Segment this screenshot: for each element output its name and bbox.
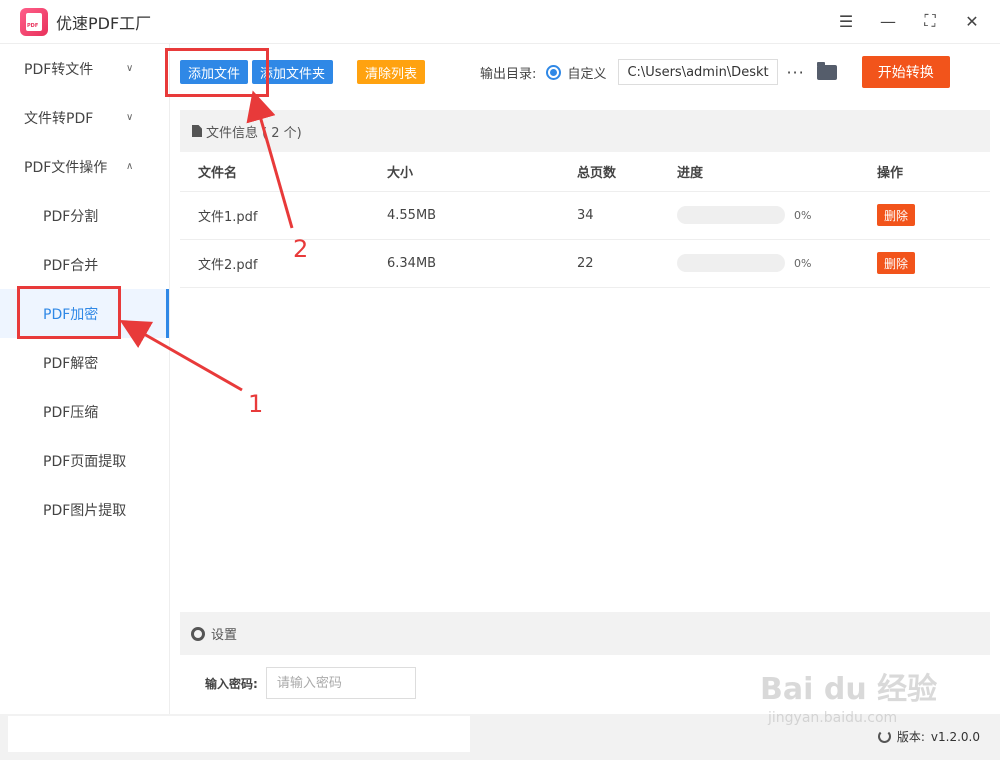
sidebar-group-label: PDF转文件 <box>24 61 94 78</box>
column-header-name: 文件名 <box>180 152 387 192</box>
output-path-input[interactable] <box>618 59 779 85</box>
custom-radio[interactable] <box>546 64 562 80</box>
sidebar-item-pdf-merge[interactable]: PDF合并 <box>0 240 169 289</box>
annotation-number-2: 2 <box>293 235 309 263</box>
custom-radio-label: 自定义 <box>567 66 607 82</box>
sidebar-group-file-to-pdf[interactable]: 文件转PDF ∨ <box>0 93 169 142</box>
output-dir-label: 输出目录: <box>480 66 537 82</box>
delete-button[interactable]: 删除 <box>877 252 916 274</box>
watermark-main-text: Bai du 经验 <box>760 672 938 707</box>
sidebar-group-label: 文件转PDF <box>24 110 94 127</box>
sidebar-group-pdf-operations[interactable]: PDF文件操作 ∧ <box>0 142 169 191</box>
progress-text: 0% <box>794 256 812 270</box>
column-header-progress: 进度 <box>677 152 877 192</box>
settings-title: 设置 <box>211 628 238 643</box>
close-icon[interactable]: ✕ <box>962 10 982 32</box>
start-convert-button[interactable]: 开始转换 <box>861 56 950 88</box>
sidebar-item-pdf-split[interactable]: PDF分割 <box>0 191 169 240</box>
column-header-pages: 总页数 <box>577 152 677 192</box>
annotation-box-encrypt <box>17 286 121 339</box>
file-size: 4.55MB <box>387 191 577 240</box>
annotation-number-1: 1 <box>248 390 264 418</box>
file-count: ( 2 个) <box>262 125 302 141</box>
password-input[interactable] <box>265 667 416 699</box>
sidebar-item-pdf-compress[interactable]: PDF压缩 <box>0 387 169 436</box>
more-options-icon[interactable]: ··· <box>786 63 804 82</box>
toolbar: 添加文件 添加文件夹 清除列表 输出目录: 自定义 ··· 开始转换 <box>170 44 1000 100</box>
title-bar: PDF 优速PDF工厂 ☰ — ⛶ ✕ <box>0 0 1000 44</box>
file-panel-title: 文件信息 <box>206 125 259 141</box>
column-header-size: 大小 <box>387 152 577 192</box>
clear-list-button[interactable]: 清除列表 <box>357 60 426 84</box>
watermark-sub-text: jingyan.baidu.com <box>768 710 898 726</box>
progress-cell: 0% <box>677 254 877 272</box>
file-size: 6.34MB <box>387 239 577 288</box>
password-label: 输入密码: <box>205 676 258 691</box>
file-panel: 文件信息 ( 2 个) 文件名 大小 总页数 进度 操作 文件1.pdf 4.5… <box>180 110 990 610</box>
delete-button[interactable]: 删除 <box>877 204 916 226</box>
menu-icon[interactable]: ☰ <box>836 10 856 32</box>
table-row: 文件1.pdf 4.55MB 34 0% 删除 <box>180 191 990 240</box>
progress-bar <box>677 206 785 224</box>
chevron-down-icon: ∨ <box>126 112 134 123</box>
app-title: 优速PDF工厂 <box>56 13 152 33</box>
sidebar: PDF转文件 ∨ 文件转PDF ∨ PDF文件操作 ∧ PDF分割 PDF合并 … <box>0 44 170 714</box>
file-panel-header: 文件信息 ( 2 个) <box>180 110 990 152</box>
file-name: 文件1.pdf <box>180 191 387 240</box>
sidebar-item-pdf-image-extract[interactable]: PDF图片提取 <box>0 485 169 534</box>
progress-cell: 0% <box>677 206 877 224</box>
file-pages: 34 <box>577 191 677 240</box>
sidebar-item-pdf-page-extract[interactable]: PDF页面提取 <box>0 436 169 485</box>
column-header-action: 操作 <box>877 152 990 192</box>
folder-icon[interactable] <box>816 61 837 80</box>
settings-header: 设置 <box>180 612 990 655</box>
status-message-box <box>8 716 470 752</box>
file-name: 文件2.pdf <box>180 239 387 288</box>
annotation-box-add-file <box>165 48 269 97</box>
chevron-down-icon: ∨ <box>126 63 134 74</box>
gear-icon <box>191 626 205 641</box>
file-icon <box>192 125 202 137</box>
progress-text: 0% <box>794 208 812 222</box>
chevron-up-icon: ∧ <box>126 161 134 172</box>
file-table: 文件名 大小 总页数 进度 操作 文件1.pdf 4.55MB 34 0% 删除 <box>180 152 990 288</box>
sidebar-group-pdf-to-file[interactable]: PDF转文件 ∨ <box>0 44 169 93</box>
app-logo-icon: PDF <box>20 7 48 36</box>
file-pages: 22 <box>577 239 677 288</box>
baidu-watermark: Bai du 经验 jingyan.baidu.com <box>760 650 960 740</box>
minimize-icon[interactable]: — <box>878 10 898 32</box>
progress-bar <box>677 254 785 272</box>
sidebar-item-pdf-decrypt[interactable]: PDF解密 <box>0 338 169 387</box>
maximize-icon[interactable]: ⛶ <box>920 10 940 32</box>
sidebar-group-label: PDF文件操作 <box>24 159 108 176</box>
